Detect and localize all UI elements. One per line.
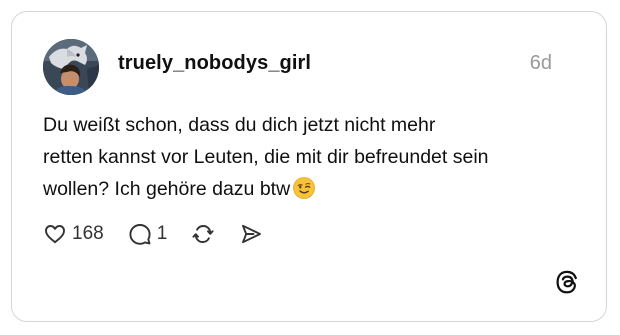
author-avatar[interactable] — [43, 39, 99, 95]
profile-photo-avatar — [43, 39, 99, 95]
post-body: Du weißt schon, dass du dich jetzt nicht… — [43, 109, 573, 205]
reply-count: 1 — [156, 223, 168, 244]
post-text-line: Du weißt schon, dass du dich jetzt nicht… — [43, 114, 436, 136]
like-button[interactable]: 168 — [43, 222, 104, 246]
threads-logo-icon — [556, 270, 577, 294]
like-count: 168 — [72, 223, 104, 244]
author-username[interactable]: truely_nobodys_girl — [118, 52, 311, 75]
reply-button[interactable]: 1 — [128, 222, 168, 246]
winking-face-emoji — [293, 177, 316, 199]
repost-icon — [192, 225, 214, 243]
post-text-line: wollen? Ich gehöre dazu btw — [43, 178, 291, 200]
post-text-line-with-emoji: wollen? Ich gehöre dazu btw — [43, 173, 573, 205]
post-actions: 168 1 — [43, 219, 263, 249]
share-button[interactable] — [239, 222, 263, 246]
post-card[interactable]: truely_nobodys_girl 6d Du weißt schon, d… — [11, 11, 607, 322]
send-icon — [242, 224, 262, 244]
heart-icon — [45, 225, 65, 244]
comment-bubble-icon — [129, 224, 151, 245]
post-text-line: retten kannst vor Leuten, die mit dir be… — [43, 146, 489, 168]
post-timestamp: 6d — [529, 52, 552, 74]
repost-button[interactable] — [191, 222, 215, 246]
